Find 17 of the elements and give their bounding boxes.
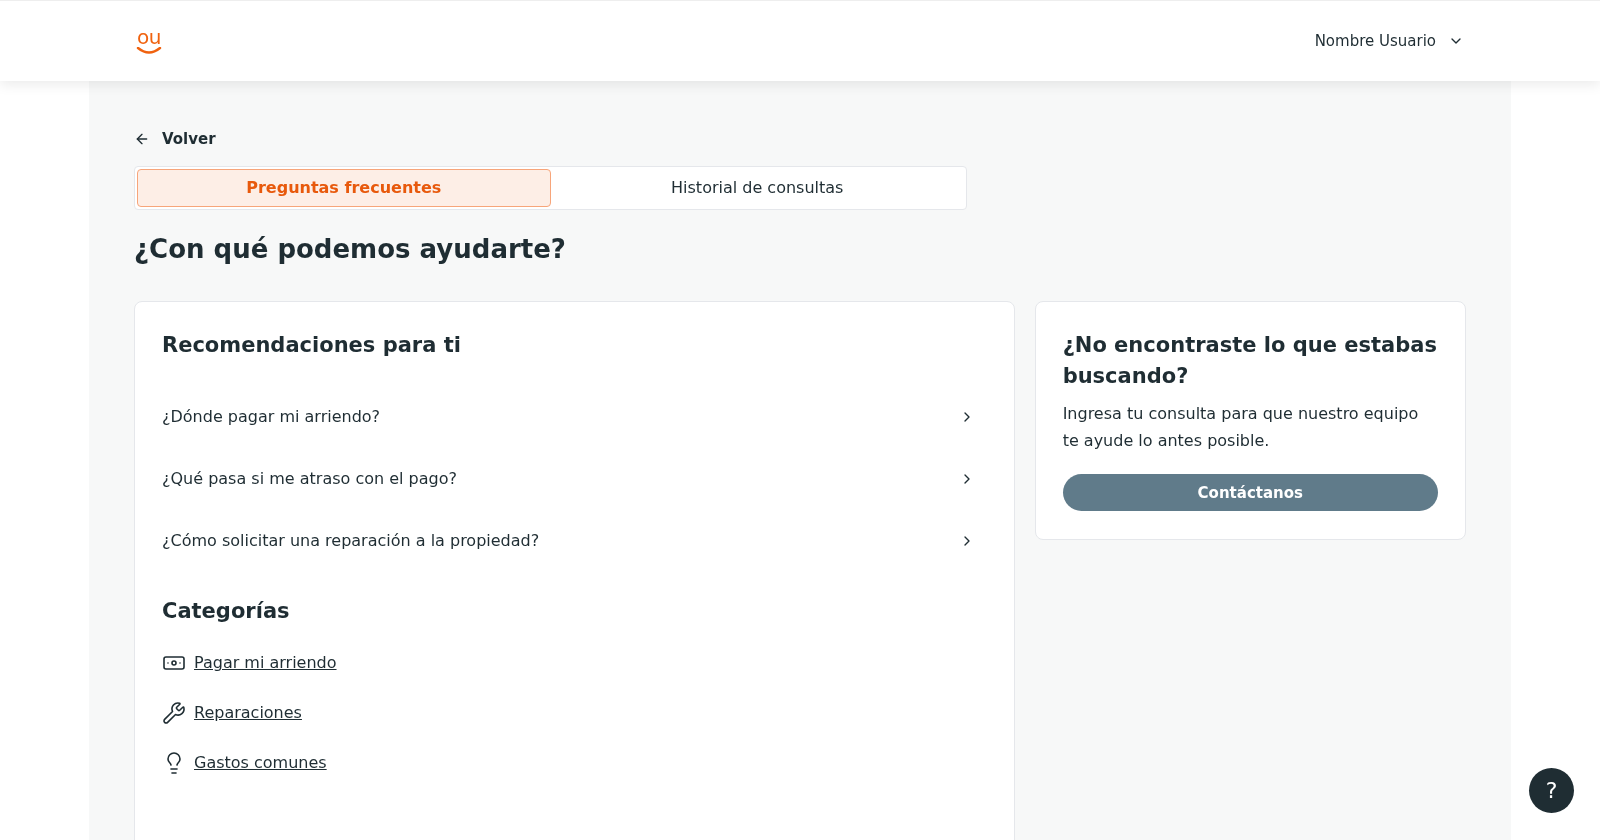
back-link[interactable]: Volver bbox=[134, 128, 216, 151]
category-link[interactable]: Gastos comunes bbox=[194, 751, 327, 776]
category-link[interactable]: Reparaciones bbox=[194, 701, 302, 726]
faq-item[interactable]: ¿Dónde pagar mi arriendo? bbox=[162, 385, 987, 448]
page-title: ¿Con qué podemos ayudarte? bbox=[134, 233, 567, 267]
section-title: Categorías bbox=[162, 597, 291, 625]
card-title: ¿No encontraste lo que estabas buscando? bbox=[1062, 332, 1438, 391]
category-link[interactable]: Pagar mi arriendo bbox=[194, 651, 337, 676]
user-menu[interactable]: Nombre Usuario bbox=[1314, 29, 1464, 53]
section-title: Recomendaciones para ti bbox=[162, 332, 462, 360]
wrench-icon bbox=[162, 701, 186, 726]
help-button[interactable]: ? bbox=[1529, 768, 1574, 813]
contact-button[interactable]: Contáctanos bbox=[1062, 474, 1438, 512]
tab[interactable]: Historial de consultas bbox=[550, 169, 964, 208]
card-text: Ingresa tu consulta para que nuestro equipo te ayude lo antes posible. bbox=[1062, 403, 1420, 453]
faq-item[interactable]: ¿Cómo solicitar una reparación a la propiedad? bbox=[162, 509, 987, 572]
faq-item[interactable]: ¿Qué pasa si me atraso con el pago? bbox=[162, 447, 987, 510]
